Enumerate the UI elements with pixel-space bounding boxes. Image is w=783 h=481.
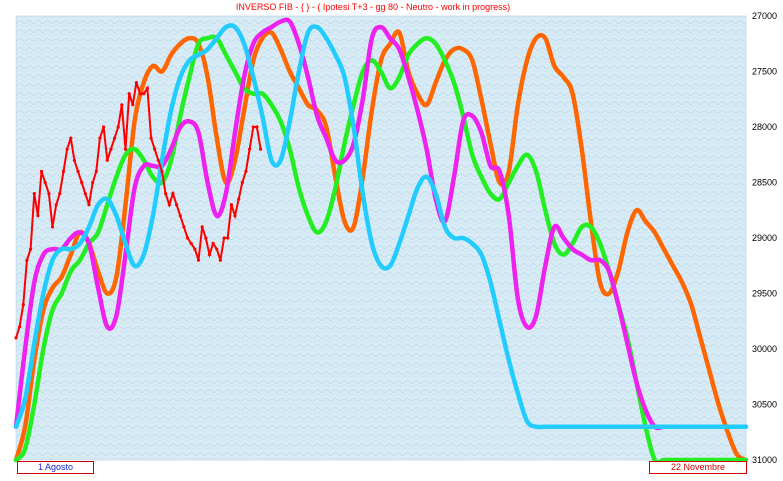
- price-point: [32, 192, 36, 196]
- price-point: [211, 241, 215, 246]
- price-point: [229, 203, 233, 207]
- chart: INVERSO FIB - { } - ( Ipotesi T+3 - gg 8…: [13, 2, 777, 465]
- price-point: [94, 169, 98, 173]
- price-point: [175, 203, 179, 207]
- price-point: [76, 169, 80, 173]
- price-point: [226, 236, 230, 240]
- price-point: [69, 136, 73, 140]
- price-point: [178, 214, 182, 218]
- price-point: [248, 147, 252, 151]
- price-point: [189, 241, 193, 246]
- price-point: [61, 169, 66, 173]
- price-point: [25, 258, 29, 262]
- price-point: [145, 86, 149, 90]
- price-point: [204, 236, 208, 240]
- price-point: [156, 158, 160, 162]
- price-point: [102, 125, 106, 129]
- y-tick-30500: 30500: [752, 400, 777, 410]
- price-point: [255, 125, 259, 129]
- y-tick-29500: 29500: [752, 289, 777, 299]
- price-point: [21, 303, 25, 307]
- price-point: [182, 225, 186, 229]
- price-point: [186, 236, 190, 240]
- price-point: [153, 147, 157, 151]
- price-point: [83, 192, 87, 196]
- price-point: [237, 197, 241, 201]
- price-point: [138, 92, 142, 96]
- price-point: [29, 247, 33, 251]
- y-tick-labels: 27000 27500 28000 28500 29000 29500 30000 30500…: [752, 11, 777, 465]
- price-point: [244, 169, 248, 173]
- y-tick-28500: 28500: [752, 178, 777, 188]
- end-date-label: 22 Novembre: [649, 461, 747, 474]
- price-point: [43, 180, 47, 185]
- price-point: [171, 192, 175, 196]
- price-point: [39, 169, 44, 173]
- price-point: [113, 136, 117, 140]
- price-point: [207, 253, 212, 257]
- price-point: [218, 258, 222, 262]
- price-point: [123, 147, 128, 151]
- y-tick-31000: 31000: [752, 455, 777, 465]
- chart-title: INVERSO FIB - { } - ( Ipotesi T+3 - gg 8…: [236, 2, 510, 12]
- price-point: [105, 158, 109, 162]
- price-point: [259, 147, 263, 151]
- price-point: [240, 180, 244, 185]
- price-point: [196, 258, 201, 262]
- price-point: [80, 180, 84, 185]
- y-tick-30000: 30000: [752, 344, 777, 354]
- price-point: [14, 336, 18, 340]
- price-point: [164, 192, 168, 196]
- price-point: [87, 203, 91, 207]
- price-point: [149, 136, 153, 140]
- price-point: [116, 125, 120, 129]
- price-point: [233, 214, 237, 218]
- price-point: [98, 136, 102, 140]
- y-tick-28000: 28000: [752, 122, 777, 132]
- price-point: [36, 214, 40, 218]
- price-point: [47, 192, 51, 196]
- price-point: [109, 147, 113, 151]
- price-point: [200, 225, 204, 229]
- price-point: [72, 158, 76, 162]
- price-point: [251, 125, 255, 129]
- price-point: [222, 236, 226, 240]
- price-point: [58, 192, 62, 196]
- price-point: [65, 147, 69, 151]
- start-date-label: 1 Agosto: [17, 461, 94, 474]
- price-point: [91, 180, 95, 185]
- price-point: [167, 203, 171, 207]
- y-tick-27000: 27000: [752, 11, 777, 21]
- price-point: [54, 203, 58, 207]
- price-point: [18, 325, 22, 329]
- price-point: [142, 92, 146, 96]
- price-point: [193, 247, 197, 251]
- price-point: [134, 81, 138, 85]
- price-point: [120, 103, 124, 107]
- price-point: [127, 92, 131, 96]
- price-point: [131, 103, 135, 107]
- price-point: [50, 225, 55, 229]
- y-tick-29000: 29000: [752, 233, 777, 243]
- price-point: [215, 247, 219, 251]
- price-point: [160, 169, 164, 173]
- y-tick-27500: 27500: [752, 67, 777, 77]
